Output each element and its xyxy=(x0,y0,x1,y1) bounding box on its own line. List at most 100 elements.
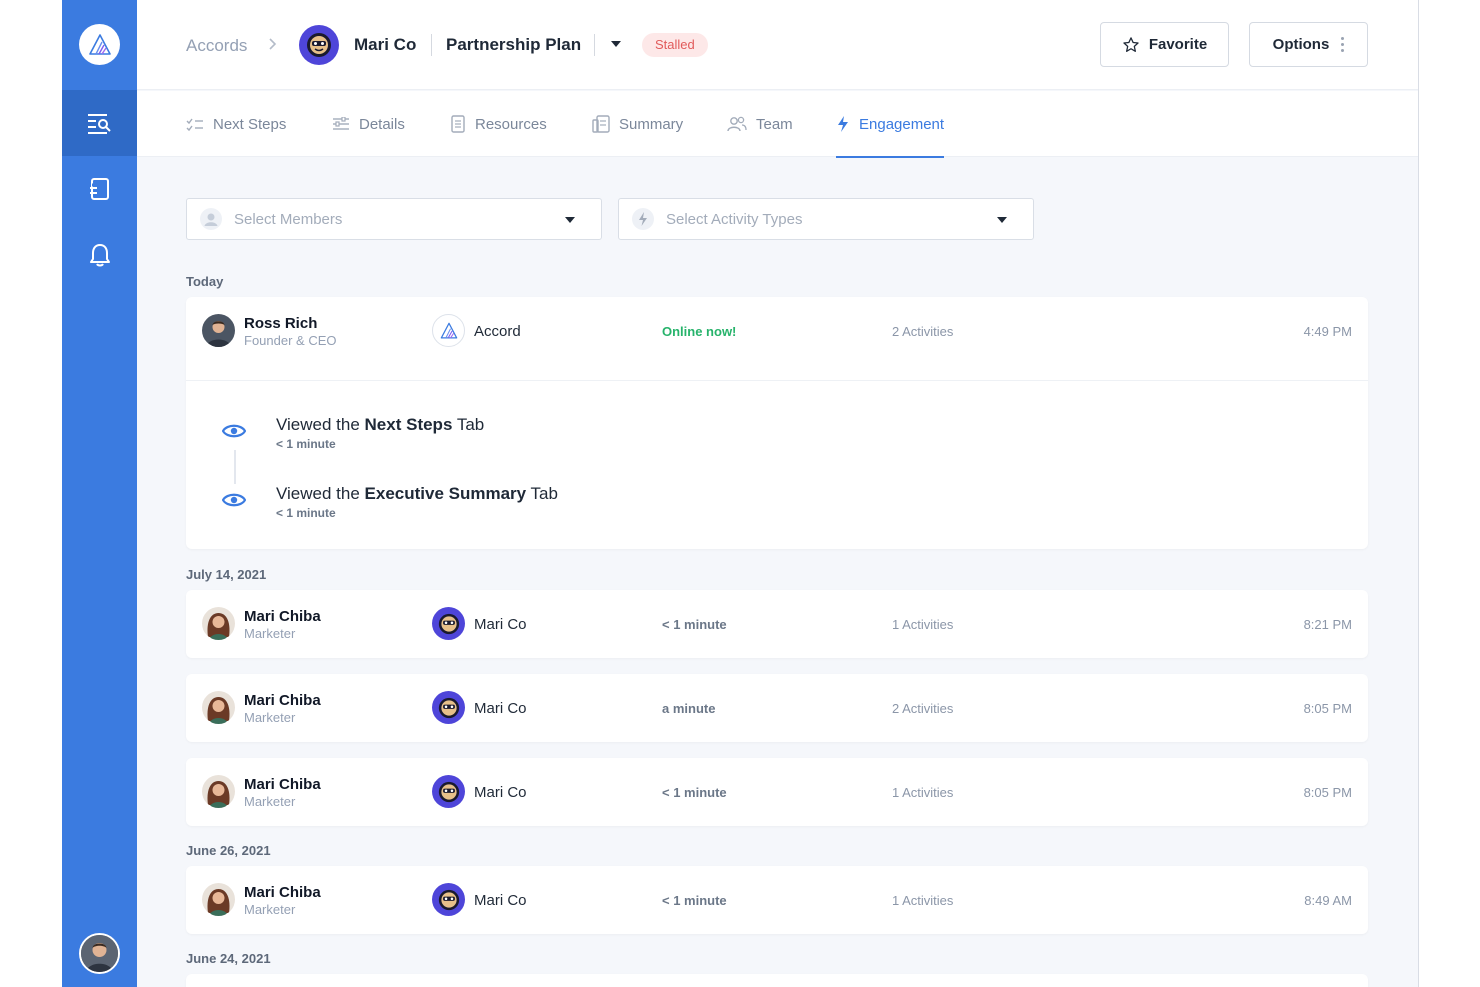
date-group-label: June 24, 2021 xyxy=(186,951,271,966)
activity-row[interactable]: Mari Chiba Marketer Mari Co < 1 minute 1… xyxy=(186,866,1368,934)
tab-label: Summary xyxy=(619,115,684,133)
sidebar-item-notifications[interactable] xyxy=(62,222,137,288)
divider xyxy=(594,34,595,56)
company-avatar xyxy=(432,607,465,640)
tab-label: Engagement xyxy=(859,115,945,133)
document-icon xyxy=(451,115,465,133)
person-icon xyxy=(200,208,222,230)
user-avatar-image xyxy=(81,935,118,972)
app-window: Accords Mari Co Partnership Plan Stalled… xyxy=(62,0,1419,987)
team-icon xyxy=(727,116,747,132)
accord-logo-icon xyxy=(88,33,111,55)
favorite-button[interactable]: Favorite xyxy=(1100,22,1229,67)
sidebar-item-accords[interactable] xyxy=(62,90,137,156)
date-group-label: Today xyxy=(186,274,224,289)
select-members-dropdown[interactable]: Select Members xyxy=(186,198,602,240)
user-avatar[interactable] xyxy=(79,933,120,974)
select-activity-types-dropdown[interactable]: Select Activity Types xyxy=(618,198,1034,240)
plan-name[interactable]: Partnership Plan xyxy=(446,35,581,55)
event-duration: < 1 minute xyxy=(276,506,336,520)
activity-count: 1 Activities xyxy=(892,893,954,908)
activity-time: 8:49 AM xyxy=(1304,893,1352,908)
company-logo-icon xyxy=(438,781,459,802)
company-name: Mari Co xyxy=(474,700,527,717)
company-avatar xyxy=(432,691,465,724)
event-text: Viewed the Next Steps Tab xyxy=(276,415,485,434)
tab-team[interactable]: Team xyxy=(727,91,793,157)
company-logo-icon xyxy=(438,889,459,910)
company-name[interactable]: Mari Co xyxy=(354,35,416,55)
options-button[interactable]: Options xyxy=(1249,22,1368,67)
bolt-icon xyxy=(632,208,654,230)
user-avatar xyxy=(202,607,235,640)
sidebar-item-documents[interactable] xyxy=(62,156,137,222)
members-placeholder: Select Members xyxy=(234,210,343,228)
user-name: Ross Rich xyxy=(244,315,318,332)
active-tab-indicator xyxy=(836,156,945,158)
timeline-connector xyxy=(234,450,236,484)
activity-row[interactable]: Mari Chiba Marketer Mari Co a minute 2 A… xyxy=(186,674,1368,742)
sidebar xyxy=(62,0,137,987)
chevron-right-icon xyxy=(267,36,277,57)
user-avatar xyxy=(202,883,235,916)
activity-timeline: Viewed the Next Steps Tab < 1 minute Vie… xyxy=(186,380,1368,549)
tab-bar: Next Steps Details Resources Summary Tea… xyxy=(137,91,1418,158)
breadcrumb-accords[interactable]: Accords xyxy=(186,36,247,56)
company-name: Mari Co xyxy=(474,616,527,633)
company-logo-icon xyxy=(438,613,459,634)
accord-logo[interactable] xyxy=(79,24,120,65)
tab-label: Resources xyxy=(475,115,547,133)
company-avatar xyxy=(432,314,465,347)
user-name: Mari Chiba xyxy=(244,608,321,625)
tab-engagement[interactable]: Engagement xyxy=(836,91,945,158)
tab-label: Details xyxy=(359,115,405,133)
status-badge: Stalled xyxy=(642,33,708,57)
user-avatar xyxy=(202,691,235,724)
caret-down-icon[interactable] xyxy=(611,41,621,47)
date-group-label: June 26, 2021 xyxy=(186,843,271,858)
date-group-label: July 14, 2021 xyxy=(186,567,267,582)
user-name: Mari Chiba xyxy=(244,776,321,793)
activity-row[interactable] xyxy=(186,974,1368,987)
user-role: Founder & CEO xyxy=(244,333,337,348)
checklist-icon xyxy=(186,118,203,132)
activity-row[interactable]: Ross Rich Founder & CEO Accord Online no… xyxy=(186,297,1368,380)
tab-details[interactable]: Details xyxy=(332,91,405,157)
tab-label: Next Steps xyxy=(213,115,287,133)
summary-icon xyxy=(592,115,610,133)
tab-next-steps[interactable]: Next Steps xyxy=(186,91,286,157)
eye-icon xyxy=(222,424,246,438)
activity-row[interactable]: Mari Chiba Marketer Mari Co < 1 minute 1… xyxy=(186,758,1368,826)
activity-types-placeholder: Select Activity Types xyxy=(666,210,803,228)
caret-down-icon xyxy=(565,217,575,223)
sliders-icon xyxy=(333,117,349,130)
tab-summary[interactable]: Summary xyxy=(592,91,683,157)
list-search-icon xyxy=(87,114,111,134)
bell-icon xyxy=(89,244,110,267)
tab-resources[interactable]: Resources xyxy=(450,91,547,157)
company-name: Accord xyxy=(474,323,521,340)
user-name: Mari Chiba xyxy=(244,692,321,709)
session-duration: a minute xyxy=(662,701,716,716)
user-name: Mari Chiba xyxy=(244,884,321,901)
activity-time: 4:49 PM xyxy=(1303,324,1352,339)
bolt-icon xyxy=(838,116,848,132)
company-avatar xyxy=(432,883,465,916)
tab-label: Team xyxy=(756,115,793,133)
company-name: Mari Co xyxy=(474,892,527,909)
company-name: Mari Co xyxy=(474,784,527,801)
activity-card-expanded: Ross Rich Founder & CEO Accord Online no… xyxy=(186,297,1368,549)
accord-logo-icon xyxy=(440,322,457,339)
user-role: Marketer xyxy=(244,626,296,641)
online-status: Online now! xyxy=(662,324,737,339)
activity-time: 8:21 PM xyxy=(1303,617,1352,632)
activity-time: 8:05 PM xyxy=(1303,701,1352,716)
user-avatar xyxy=(202,775,235,808)
company-avatar xyxy=(299,25,339,65)
activity-row[interactable]: Mari Chiba Marketer Mari Co < 1 minute 1… xyxy=(186,590,1368,658)
more-vertical-icon xyxy=(1341,37,1345,52)
event-duration: < 1 minute xyxy=(276,437,336,451)
activity-count: 1 Activities xyxy=(892,785,954,800)
activity-count: 2 Activities xyxy=(892,701,954,716)
activity-count: 1 Activities xyxy=(892,617,954,632)
